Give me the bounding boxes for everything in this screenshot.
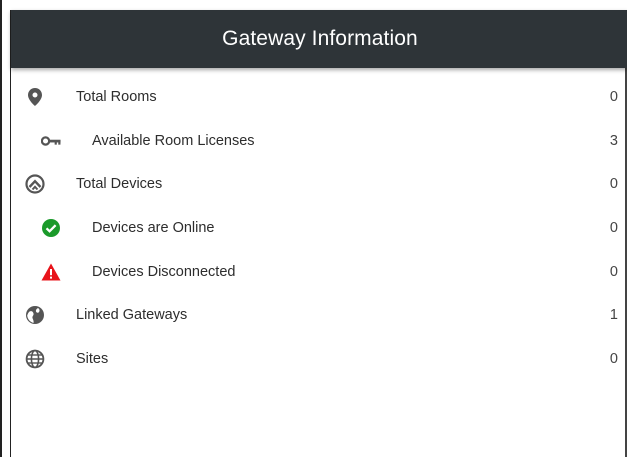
row-value: 0 <box>609 176 618 193</box>
location-pin-icon <box>25 87 45 107</box>
row-value: 0 <box>609 88 618 105</box>
gateway-panel: Gateway Information Total Rooms 0 Availa… <box>0 0 627 457</box>
warning-triangle-icon <box>41 262 61 282</box>
key-icon <box>41 131 61 151</box>
page-title: Gateway Information <box>222 27 418 50</box>
row-value: 0 <box>609 263 618 280</box>
check-circle-icon <box>41 218 61 238</box>
row-label: Sites <box>76 350 109 367</box>
row-label: Total Devices <box>76 176 163 193</box>
row-available-room-licenses: Available Room Licenses 3 <box>11 119 627 163</box>
row-value: 1 <box>609 307 618 324</box>
row-total-rooms: Total Rooms 0 <box>11 75 627 119</box>
devices-chevron-icon <box>25 174 45 194</box>
row-label: Total Rooms <box>76 88 157 105</box>
panel-header: Gateway Information <box>11 10 627 68</box>
row-total-devices: Total Devices 0 <box>11 162 627 206</box>
row-label: Available Room Licenses <box>92 132 255 149</box>
row-devices-disconnected: Devices Disconnected 0 <box>11 250 627 294</box>
row-label: Linked Gateways <box>76 307 188 324</box>
globe-outline-icon <box>25 349 45 369</box>
row-sites: Sites 0 <box>11 337 627 381</box>
row-devices-online: Devices are Online 0 <box>11 206 627 250</box>
globe-filled-icon <box>25 305 45 325</box>
row-value: 3 <box>609 132 618 149</box>
row-value: 0 <box>609 219 618 236</box>
row-value: 0 <box>609 350 618 367</box>
top-spacer <box>2 0 627 10</box>
info-list: Total Rooms 0 Available Room Licenses 3 … <box>11 75 627 381</box>
left-border <box>2 10 11 457</box>
row-label: Devices are Online <box>92 219 215 236</box>
row-linked-gateways: Linked Gateways 1 <box>11 293 627 337</box>
row-label: Devices Disconnected <box>92 263 236 280</box>
